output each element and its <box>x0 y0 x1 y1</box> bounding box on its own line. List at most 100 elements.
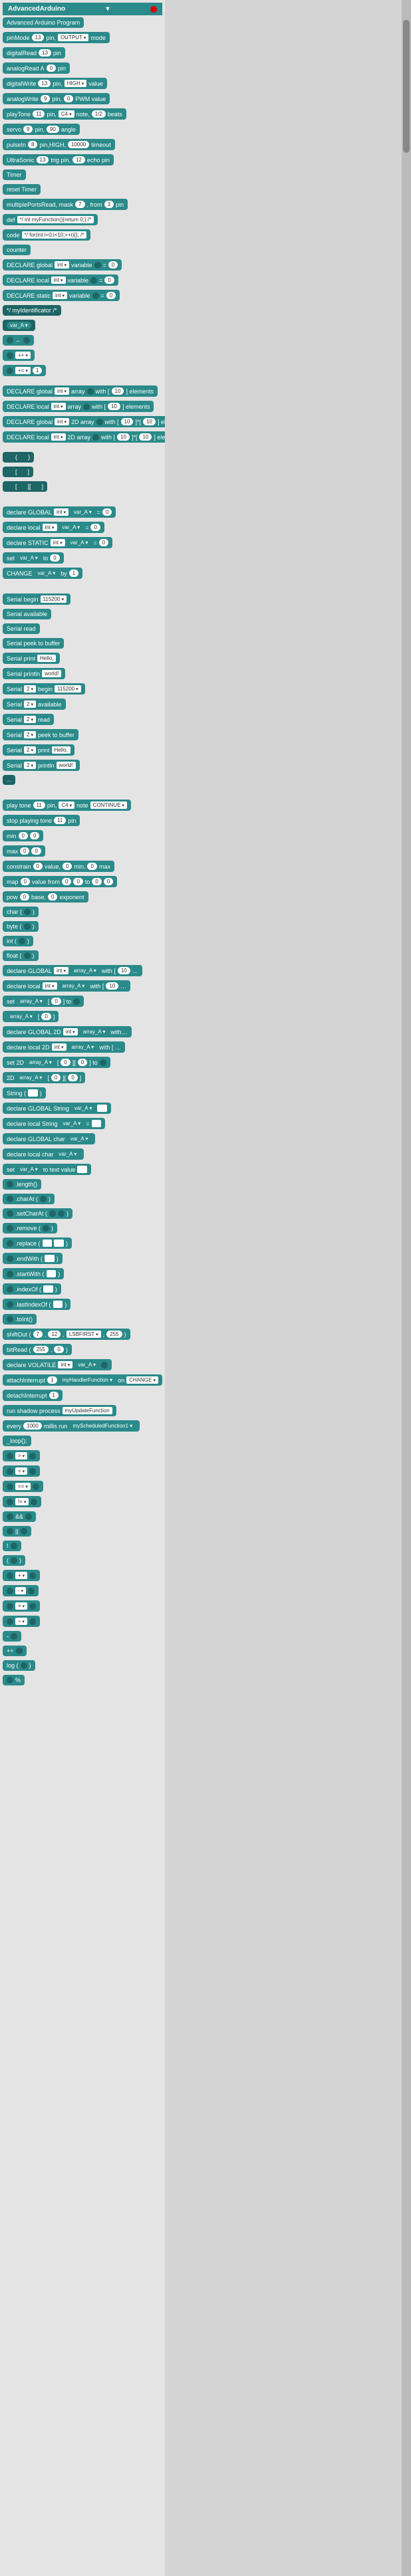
text-input[interactable]: world! <box>57 762 76 769</box>
number-input[interactable]: 255 <box>106 1331 122 1338</box>
block[interactable]: .length() <box>3 1179 41 1190</box>
number-input[interactable]: 0 <box>62 878 71 885</box>
block[interactable]: pow 0 base, 0 exponent <box>3 891 88 903</box>
input-slot[interactable] <box>7 469 13 475</box>
variable-dropdown[interactable]: myScheduledFunction1 ▾ <box>69 1422 136 1430</box>
number-input[interactable]: 12 <box>48 1331 61 1338</box>
number-input[interactable]: 7 <box>75 201 84 208</box>
block[interactable]: char ( ) <box>3 907 39 917</box>
dropdown[interactable]: C4 <box>59 802 74 809</box>
block[interactable]: set array_A ▾ [ 0 ] to <box>3 996 84 1007</box>
dropdown[interactable]: int <box>55 418 69 425</box>
dropdown[interactable]: ++ <box>15 352 31 359</box>
block[interactable]: Serial peek to buffer <box>3 638 64 649</box>
variable-dropdown[interactable]: array_A ▾ <box>17 998 46 1005</box>
number-input[interactable]: 0 <box>73 878 82 885</box>
number-input[interactable]: 0 <box>68 1074 77 1081</box>
input-slot[interactable] <box>7 1255 13 1262</box>
block[interactable]: Serial available <box>3 609 51 619</box>
block[interactable]: stop playing tone 11 pin <box>3 815 80 826</box>
dropdown[interactable]: int <box>51 539 65 546</box>
variable-dropdown[interactable]: var_A ▾ <box>56 1150 80 1158</box>
text-input[interactable]: Hello, <box>37 655 56 662</box>
block[interactable]: ! <box>3 1541 21 1551</box>
number-input[interactable]: 3 <box>104 201 114 208</box>
input-slot[interactable] <box>7 337 13 344</box>
block[interactable]: DECLARE global int variable = 0 <box>3 259 122 270</box>
block[interactable]: Serial 2 println world! <box>3 760 80 771</box>
number-input[interactable]: 0 <box>50 554 59 562</box>
number-input[interactable]: 0 <box>51 998 61 1005</box>
input-slot[interactable] <box>29 1572 36 1579</box>
input-slot[interactable] <box>7 1468 13 1475</box>
block[interactable]: × <box>3 1600 40 1612</box>
input-slot[interactable] <box>11 1557 17 1564</box>
dropdown[interactable]: HIGH <box>65 80 87 87</box>
input-slot[interactable] <box>11 1543 17 1549</box>
block[interactable]: int ( ) <box>3 936 33 946</box>
text-input[interactable]: Hello, <box>52 746 70 754</box>
block[interactable]: .indexOf ( ) <box>3 1283 61 1295</box>
variable-dropdown[interactable]: array_A ▾ <box>68 1043 98 1051</box>
block[interactable]: code */ for(int i=0;i<10;++i){}; /* <box>3 229 90 241</box>
category-header[interactable]: AdvancedArduino ▾ <box>3 3 162 15</box>
dropdown[interactable]: int <box>43 982 57 990</box>
input-slot[interactable] <box>100 1059 106 1066</box>
input-slot[interactable] <box>7 1301 13 1308</box>
variable-dropdown[interactable]: var_A ▾ <box>17 1166 41 1173</box>
input-slot[interactable] <box>11 1633 17 1640</box>
input-slot[interactable] <box>29 1453 36 1459</box>
dropdown[interactable]: ÷ <box>15 1618 27 1625</box>
number-input[interactable]: 13 <box>37 156 49 163</box>
dropdown[interactable]: 2 <box>24 716 36 723</box>
block[interactable]: attachInterrupt 1myHandlerFunction ▾ on … <box>3 1374 162 1386</box>
block[interactable]: declare GLOBAL intarray_A ▾ with [ 10 … <box>3 965 142 976</box>
input-slot[interactable] <box>90 277 97 284</box>
block[interactable]: play tone 11 pin, C4 note CONTINUE <box>3 800 131 811</box>
number-input[interactable]: 0 <box>33 863 43 870</box>
text-input[interactable] <box>77 1166 87 1173</box>
block[interactable]: analogRead A 0 pin <box>3 62 70 74</box>
number-input[interactable]: 10 <box>118 967 130 974</box>
block[interactable]: declare VOLATILE intvar_A ▾ <box>3 1359 112 1370</box>
block[interactable]: CHANGE var_A ▾ by 1 <box>3 568 82 579</box>
number-input[interactable]: 0 <box>78 1059 87 1066</box>
input-slot[interactable] <box>21 1528 27 1535</box>
number-input[interactable]: 0 <box>20 847 29 855</box>
number-input[interactable]: 255 <box>33 1346 49 1353</box>
block[interactable]: reset Timer <box>3 184 41 195</box>
dropdown[interactable]: int <box>51 433 66 441</box>
block[interactable]: byte ( ) <box>3 921 39 932</box>
block[interactable]: || <box>3 1526 31 1537</box>
input-slot[interactable] <box>29 1603 36 1610</box>
dropdown[interactable]: 2 <box>24 731 36 738</box>
input-slot[interactable] <box>58 1210 65 1217</box>
block[interactable]: declare GLOBAL String var_A ▾ <box>3 1103 111 1114</box>
block[interactable]: +=1 <box>3 365 46 376</box>
text-input[interactable] <box>47 1270 57 1277</box>
block[interactable]: DECLARE local int array with [ 10 ] elem… <box>3 401 154 412</box>
input-slot[interactable] <box>7 1453 13 1459</box>
input-slot[interactable] <box>16 1648 23 1654</box>
number-input[interactable]: 10 <box>139 433 152 441</box>
number-input[interactable]: 0 <box>19 832 28 839</box>
variable-dropdown[interactable]: array_A ▾ <box>7 1013 36 1020</box>
text-input[interactable] <box>53 1301 63 1308</box>
variable-dropdown[interactable]: array_A ▾ <box>17 1074 46 1081</box>
block[interactable]: digitalWrite 13 pin, HIGH value <box>3 78 107 89</box>
block[interactable]: declare GLOBAL char var_A ▾ <box>3 1133 95 1144</box>
block[interactable]: Serial println world! <box>3 668 65 679</box>
number-input[interactable]: 0 <box>104 878 113 885</box>
input-slot[interactable] <box>96 419 103 425</box>
input-slot[interactable] <box>7 1677 13 1683</box>
number-input[interactable]: 10 <box>143 418 156 425</box>
variable-dropdown[interactable]: myHandlerFunction ▾ <box>59 1376 116 1384</box>
block[interactable]: DECLARE local int 2D array with [ 10 ]*[… <box>3 431 165 443</box>
number-input[interactable]: 0 <box>31 847 41 855</box>
text-input[interactable] <box>43 1285 53 1293</box>
number-input[interactable]: 0 <box>64 95 73 102</box>
number-input[interactable]: 0 <box>54 1346 63 1353</box>
dropdown[interactable]: int <box>58 1361 72 1368</box>
block[interactable]: .setCharAt ( ) <box>3 1208 72 1219</box>
number-input[interactable]: 1 <box>49 1392 59 1399</box>
